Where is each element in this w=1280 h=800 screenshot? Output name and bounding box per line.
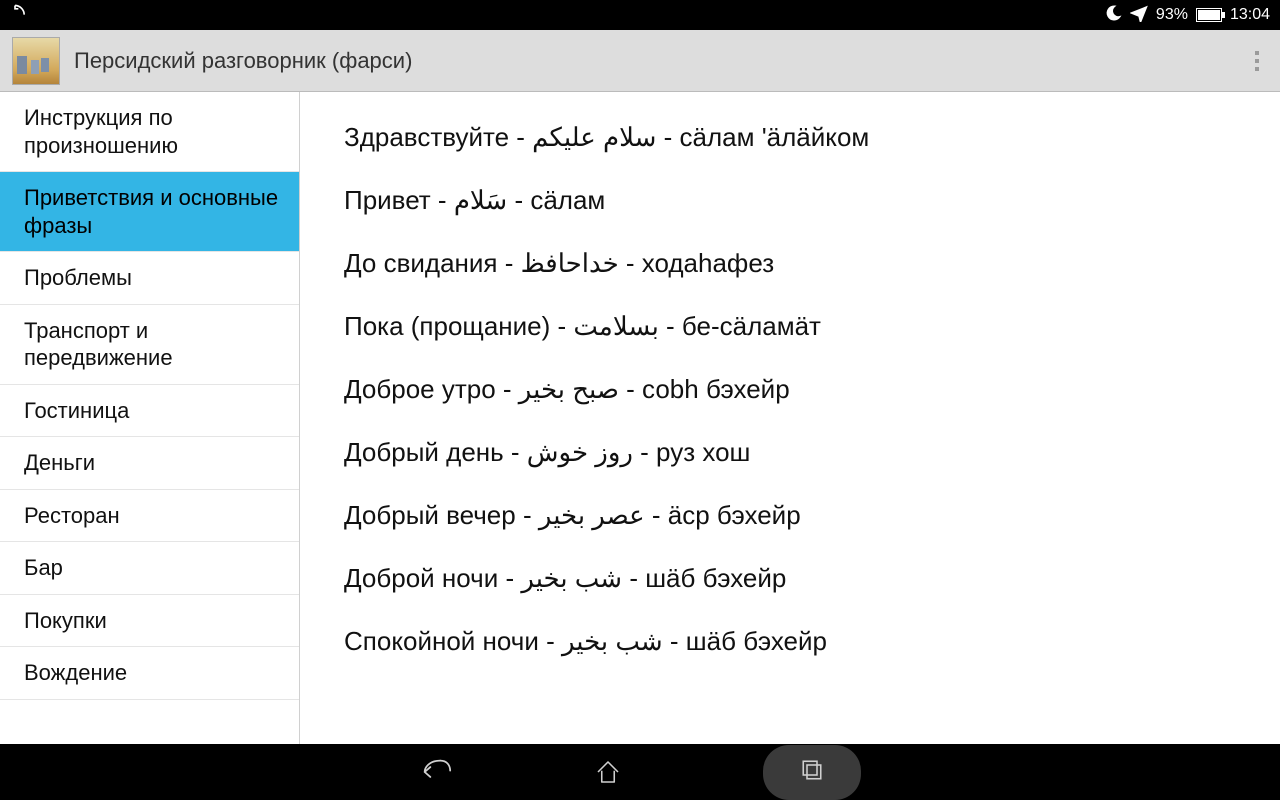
clock-label: 13:04 (1230, 6, 1270, 24)
sidebar[interactable]: Инструкция по произношениюПриветствия и … (0, 92, 300, 744)
app-icon (12, 37, 60, 85)
overflow-menu-button[interactable] (1246, 45, 1268, 77)
sidebar-item[interactable]: Деньги (0, 437, 299, 490)
sidebar-item[interactable]: Ресторан (0, 490, 299, 543)
sidebar-item[interactable]: Вождение (0, 647, 299, 700)
phrase-row: Добрый вечер - عصر بخير - ӓср бэхейр (344, 484, 1260, 547)
phrase-row: Доброй ночи - شب بخير - шӓб бэхейр (344, 547, 1260, 610)
home-button[interactable] (593, 757, 623, 787)
battery-icon (1196, 8, 1222, 22)
battery-percent-label: 93% (1156, 6, 1188, 24)
action-bar: Персидский разговорник (фарси) (0, 30, 1280, 92)
app-title: Персидский разговорник (фарси) (74, 48, 412, 74)
phrase-row: Пока (прощание) - بسلامت - бе-сӓламӓт (344, 295, 1260, 358)
sidebar-item[interactable]: Приветствия и основные фразы (0, 172, 299, 252)
sidebar-item[interactable]: Бар (0, 542, 299, 595)
content-panel[interactable]: Здравствуйте - سلام عليكم - сӓлам 'ӓлӓйк… (300, 92, 1280, 744)
phrase-row: Здравствуйте - سلام عليكم - сӓлам 'ӓлӓйк… (344, 106, 1260, 169)
phrase-row: Спокойной ночи - شب بخير - шӓб бэхейр (344, 610, 1260, 673)
phrase-row: Привет - سَلام - сӓлам (344, 169, 1260, 232)
phrase-row: До свидания - خداحافظ - ходаhафез (344, 232, 1260, 295)
sidebar-item[interactable]: Инструкция по произношению (0, 92, 299, 172)
status-bar: 93% 13:04 (0, 0, 1280, 30)
phrase-row: Добрый день - روز خوش - руз хош (344, 421, 1260, 484)
phone-missed-icon (10, 3, 30, 28)
sidebar-item[interactable]: Транспорт и передвижение (0, 305, 299, 385)
nav-bar (0, 744, 1280, 800)
screen: 93% 13:04 Персидский разговорник (фарси)… (0, 0, 1280, 800)
sidebar-item[interactable]: Проблемы (0, 252, 299, 305)
moon-icon (1104, 4, 1122, 27)
phrase-row: Доброе утро - صبح بخير - соbh бэхейр (344, 358, 1260, 421)
sidebar-item[interactable]: Покупки (0, 595, 299, 648)
app-body: Инструкция по произношениюПриветствия и … (0, 92, 1280, 744)
sidebar-item[interactable]: Гостиница (0, 385, 299, 438)
back-button[interactable] (419, 755, 453, 789)
recent-apps-button[interactable] (763, 745, 861, 800)
airplane-icon (1130, 4, 1148, 27)
